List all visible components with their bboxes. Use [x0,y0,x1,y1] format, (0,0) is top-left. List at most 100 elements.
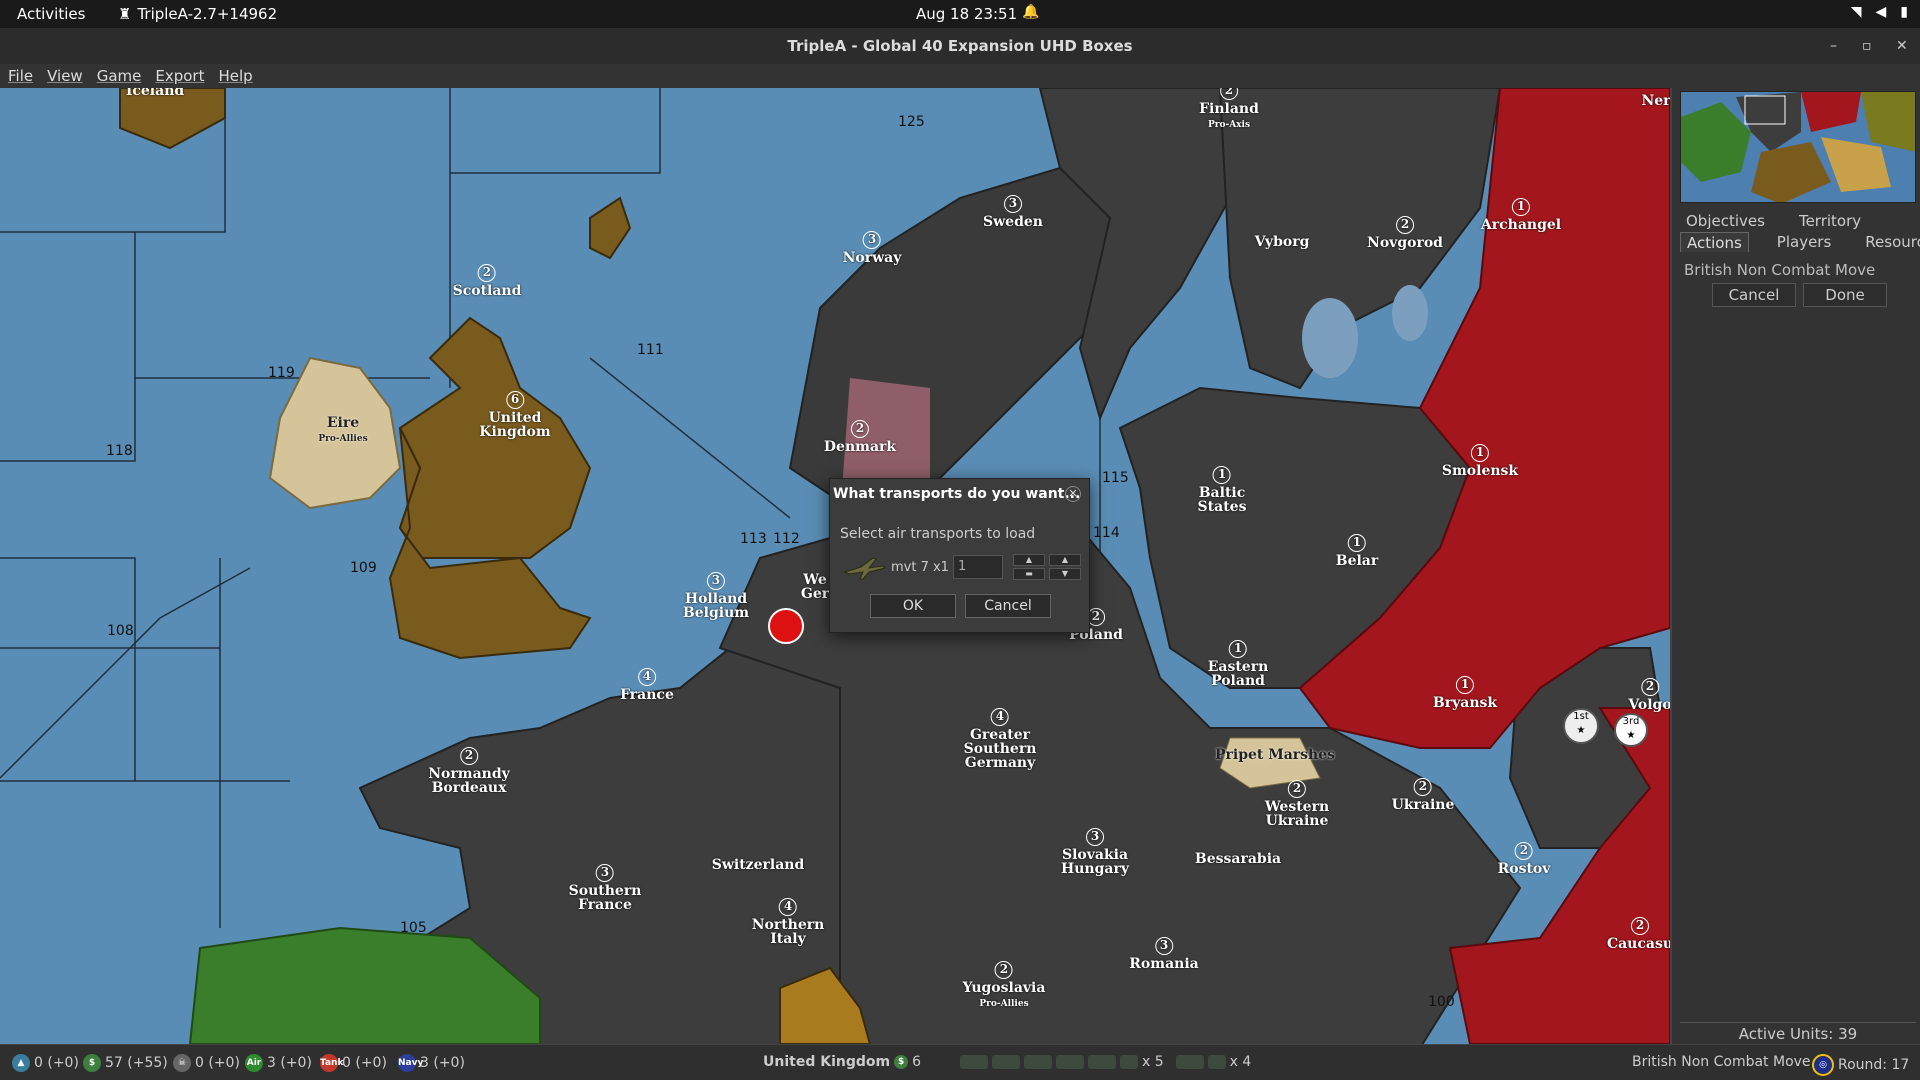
territory-label: Caucasu [1606,936,1670,952]
territory-eastern-poland[interactable]: 1 Eastern Poland [1208,640,1268,688]
system-tray[interactable]: ◥ ◀ ▮ [1851,4,1908,20]
territory-sweden[interactable]: 3 Sweden [983,195,1043,229]
increment-max-button[interactable]: ▲ [1048,554,1081,566]
transport-selection-dialog: What transports do you want... ✕ Select … [829,478,1090,633]
territory-ukraine[interactable]: 2 Ukraine [1391,778,1455,813]
territory-denmark[interactable]: 2 Denmark [824,420,896,454]
production-badge: 2 [1219,88,1238,100]
resource-value: 57 (+55) [105,1055,168,1071]
clock[interactable]: Aug 18 23:51 [916,5,1017,23]
oil-icon: ▲ [12,1054,30,1072]
territory-bryansk[interactable]: 1 Bryansk [1433,676,1497,710]
minimap-shapes [1681,92,1915,202]
decrement-min-button[interactable]: ▼ [1048,568,1081,580]
production-badge: 3 [706,572,725,590]
territory-united-kingdom[interactable]: 6 United Kingdom [479,391,551,439]
territory-iceland[interactable]: Iceland [126,88,184,98]
territory-western-germany[interactable]: We Ger [801,573,829,601]
menu-game[interactable]: Game [97,64,142,88]
territory-yugoslavia[interactable]: 2 Yugoslavia Pro-Allies [963,961,1045,1011]
tab-resources[interactable]: Resources [1859,232,1920,252]
soviet-army-marker-icon[interactable]: 1st ★ [1563,708,1599,744]
phase-cancel-button[interactable]: Cancel [1712,283,1796,307]
quantity-field[interactable]: 1 [952,555,1003,579]
menu-help[interactable]: Help [218,64,252,88]
hovered-territory: United Kingdom $ 6 [763,1054,921,1070]
territory-label: Greater Southern Germany [963,727,1037,771]
bell-icon: 🔔 [1022,4,1040,20]
phase-done-button[interactable]: Done [1803,283,1887,307]
app-menu[interactable]: ♜ TripleA-2.7+14962 [118,5,277,23]
territory-label: Holland Belgium [682,591,750,621]
territory-label: Romania [1129,956,1199,972]
tab-territory[interactable]: Territory [1793,211,1867,231]
territory-greater-southern-germany[interactable]: 4 Greater Southern Germany [963,708,1037,771]
territory-finland[interactable]: 2 Finland Pro-Axis [1199,88,1259,132]
pus-icon: $ [894,1055,909,1069]
territory-norway[interactable]: 3 Norway [843,231,901,265]
territory-label: Smolensk [1441,463,1519,479]
territory-volgograd[interactable]: 2 Volgo [1628,678,1670,712]
increment-button[interactable]: ▲ [1012,554,1045,566]
territory-pripet-marshes[interactable]: Pripet Marshes [1215,748,1335,762]
territory-northern-italy[interactable]: 4 Northern Italy [752,898,824,946]
menu-export[interactable]: Export [155,64,204,88]
tab-actions[interactable]: Actions [1680,232,1749,252]
territory-smolensk[interactable]: 1 Smolensk [1442,444,1518,478]
territory-slovakia-hungary[interactable]: 3 Slovakia Hungary [1061,828,1129,876]
tab-players[interactable]: Players [1771,232,1838,252]
british-roundel-icon: ◎ [1812,1054,1834,1076]
soviet-army-marker-icon[interactable]: 3rd ★ [1614,713,1648,747]
production-badge: 2 [477,264,496,282]
german-capital-marker-icon[interactable] [768,608,804,644]
minimize-button[interactable]: – [1830,28,1837,64]
minimap[interactable] [1680,91,1916,203]
sea-zone-label: 108 [107,623,134,639]
territory-eire[interactable]: Eire Pro-Allies [318,416,367,446]
territory-southern-france[interactable]: 3 Southern France [569,864,641,912]
territory-western-ukraine[interactable]: 2 Western Ukraine [1265,780,1329,828]
territory-scotland[interactable]: 2 Scotland [452,264,522,299]
ok-button[interactable]: OK [870,594,956,618]
territory-holland-belgium[interactable]: 3 Holland Belgium [683,572,749,620]
sea-zone-label: 115 [1102,470,1129,486]
territory-bessarabia[interactable]: Bessarabia [1195,852,1281,866]
territory-nenetsia[interactable]: Ner [1641,94,1670,108]
window-title-bar: TripleA - Global 40 Expansion UHD Boxes … [0,28,1920,64]
round-indicator: ◎ Round: 17 [1812,1054,1909,1076]
resource-air: Air 3 (+0) [245,1054,312,1072]
sea-zone-label: 109 [350,560,377,576]
soldier-icon [1207,1055,1226,1069]
territory-baltic-states[interactable]: 1 Baltic States [1198,466,1246,514]
territory-vyborg[interactable]: Vyborg [1255,235,1310,249]
maximize-button[interactable]: ▫ [1862,28,1872,64]
resource-skull: ☠ 0 (+0) [173,1054,240,1072]
territory-novgorod[interactable]: 2 Novgorod [1367,216,1443,250]
territory-caucasus[interactable]: 2 Caucasu [1607,917,1670,951]
territory-normandy-bordeaux[interactable]: 2 Normandy Bordeaux [428,747,510,795]
production-badge: 1 [1347,534,1366,552]
territory-france[interactable]: 4 France [620,668,674,702]
territory-romania[interactable]: 3 Romania [1129,937,1199,972]
menu-view[interactable]: View [47,64,83,88]
territory-belarus[interactable]: 1 Belar [1336,534,1378,568]
resource-value: 3 (+0) [420,1055,465,1071]
territory-label: Scotland [452,283,522,299]
activities-button[interactable]: Activities [17,5,85,23]
close-window-button[interactable]: ✕ [1896,28,1908,64]
production-badge: 2 [1631,917,1649,935]
production-badge: 1 [1213,466,1231,484]
territory-archangel[interactable]: 1 Archangel [1481,198,1561,232]
cancel-button[interactable]: Cancel [965,594,1051,618]
battery-icon: ▮ [1900,4,1908,20]
resource-tank: Tank 0 (+0) [320,1054,387,1072]
close-icon[interactable]: ✕ [1065,486,1081,502]
menu-file[interactable]: File [8,64,33,88]
territory-rostov[interactable]: 2 Rostov [1498,842,1550,876]
tab-objectives[interactable]: Objectives [1680,211,1771,231]
territory-label: Ner [1641,93,1670,109]
status-bar: ▲ 0 (+0) $ 57 (+55) ☠ 0 (+0) Air 3 (+0) … [0,1044,1920,1080]
territory-switzerland[interactable]: Switzerland [712,858,805,872]
decrement-button[interactable]: ▬ [1012,568,1045,580]
territory-label: Ukraine [1391,797,1455,813]
